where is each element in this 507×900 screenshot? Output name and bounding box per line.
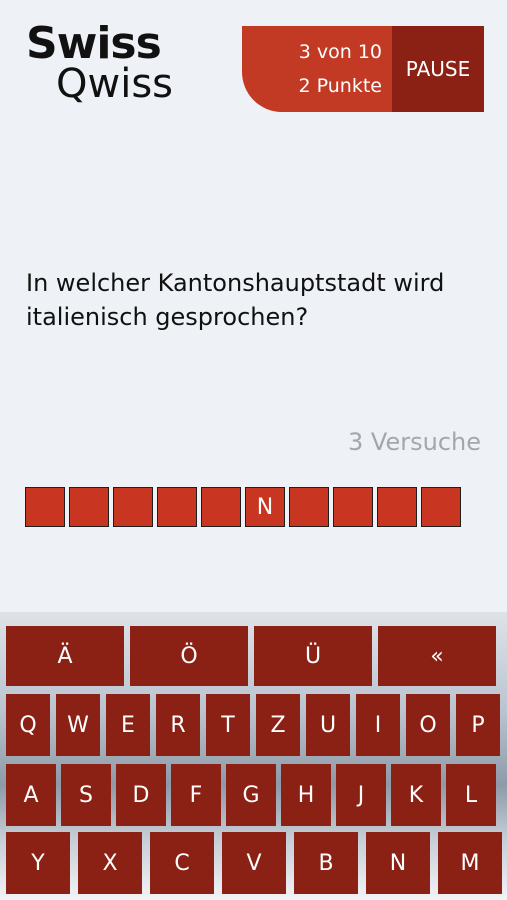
answer-slot xyxy=(25,487,65,527)
answer-slot xyxy=(157,487,197,527)
key-e[interactable]: E xyxy=(106,694,150,756)
answer-slot xyxy=(377,487,417,527)
key-b[interactable]: B xyxy=(294,832,358,894)
key-a[interactable]: A xyxy=(6,764,56,826)
keyboard-row-3: Y X C V B N M xyxy=(6,832,507,894)
answer-slot xyxy=(113,487,153,527)
key-c[interactable]: C xyxy=(150,832,214,894)
key-w[interactable]: W xyxy=(56,694,100,756)
app-logo: Swiss Qwiss xyxy=(26,18,173,107)
key-m[interactable]: M xyxy=(438,832,502,894)
key-o-umlaut[interactable]: Ö xyxy=(130,626,248,686)
key-y[interactable]: Y xyxy=(6,832,70,894)
key-d[interactable]: D xyxy=(116,764,166,826)
key-x[interactable]: X xyxy=(78,832,142,894)
key-l[interactable]: L xyxy=(446,764,496,826)
key-guillemet[interactable]: « xyxy=(378,626,496,686)
key-h[interactable]: H xyxy=(281,764,331,826)
score-info: 3 von 10 2 Punkte xyxy=(242,26,392,112)
key-v[interactable]: V xyxy=(222,832,286,894)
key-u[interactable]: U xyxy=(306,694,350,756)
answer-slot xyxy=(421,487,461,527)
answer-slot: N xyxy=(245,487,285,527)
answer-slot xyxy=(289,487,329,527)
answer-slot xyxy=(201,487,241,527)
attempts-remaining: 3 Versuche xyxy=(348,428,481,456)
key-a-umlaut[interactable]: Ä xyxy=(6,626,124,686)
keyboard-row-2: A S D F G H J K L xyxy=(6,764,501,826)
key-g[interactable]: G xyxy=(226,764,276,826)
key-f[interactable]: F xyxy=(171,764,221,826)
logo-line-1: Swiss xyxy=(26,18,162,69)
answer-slots: N xyxy=(25,487,465,527)
key-z[interactable]: Z xyxy=(256,694,300,756)
key-t[interactable]: T xyxy=(206,694,250,756)
key-i[interactable]: I xyxy=(356,694,400,756)
key-k[interactable]: K xyxy=(391,764,441,826)
question-progress: 3 von 10 xyxy=(298,41,382,63)
key-o[interactable]: O xyxy=(406,694,450,756)
keyboard-row-1: Q W E R T Z U I O P xyxy=(6,694,506,756)
points-count: 2 Punkte xyxy=(298,75,382,97)
key-q[interactable]: Q xyxy=(6,694,50,756)
score-panel: 3 von 10 2 Punkte PAUSE xyxy=(242,26,484,112)
logo-line-2: Qwiss xyxy=(56,61,173,107)
answer-slot xyxy=(333,487,373,527)
key-n[interactable]: N xyxy=(366,832,430,894)
key-j[interactable]: J xyxy=(336,764,386,826)
answer-slot xyxy=(69,487,109,527)
pause-button[interactable]: PAUSE xyxy=(392,26,484,112)
question-text: In welcher Kantonshauptstadt wird italie… xyxy=(26,269,445,331)
letter-keyboard: Ä Ö Ü « Q W E R T Z U I O P A S D F G H … xyxy=(0,612,507,900)
keyboard-row-umlauts: Ä Ö Ü « xyxy=(6,626,502,686)
key-p[interactable]: P xyxy=(456,694,500,756)
key-u-umlaut[interactable]: Ü xyxy=(254,626,372,686)
key-r[interactable]: R xyxy=(156,694,200,756)
key-s[interactable]: S xyxy=(61,764,111,826)
